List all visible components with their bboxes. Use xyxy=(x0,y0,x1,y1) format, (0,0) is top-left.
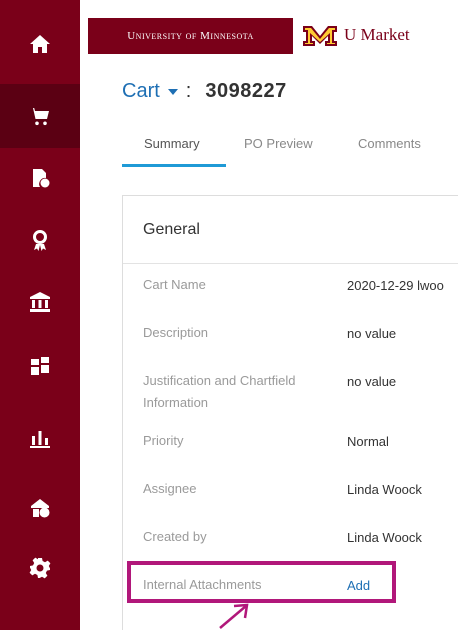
tab-po-preview[interactable]: PO Preview xyxy=(244,136,313,151)
sidebar-item-home[interactable] xyxy=(0,12,80,76)
sidebar-item-reports[interactable] xyxy=(0,406,80,470)
general-section-header: General xyxy=(123,196,458,264)
sidebar-item-orders[interactable] xyxy=(0,146,80,210)
priority-label: Priority xyxy=(143,433,184,448)
priority-value: Normal xyxy=(347,434,389,449)
app-name: U Market xyxy=(344,25,410,44)
sidebar-item-contracts[interactable] xyxy=(0,208,80,272)
bar-chart-icon xyxy=(30,431,50,448)
active-tab-indicator xyxy=(122,164,226,167)
sidebar-nav xyxy=(0,0,80,630)
assignee-value: Linda Woock xyxy=(347,482,422,497)
justification-value: no value xyxy=(347,374,397,389)
award-icon xyxy=(33,230,47,251)
university-name: University of Minnesota xyxy=(127,30,254,42)
cart-heading: Cart : 3098227 xyxy=(122,80,287,103)
cart-dropdown-link[interactable]: Cart xyxy=(122,80,160,103)
university-wordmark[interactable]: University of Minnesota xyxy=(88,18,293,54)
cart-tabs: Summary PO Preview Comments xyxy=(122,130,458,170)
general-section-title: General xyxy=(143,221,200,238)
highlight-callout-box xyxy=(127,561,396,603)
sidebar-item-administer[interactable] xyxy=(0,476,80,540)
cart-icon xyxy=(30,108,49,126)
justification-label: Justification and Chartfield Information xyxy=(143,373,296,410)
tab-comments[interactable]: Comments xyxy=(358,136,421,151)
sidebar-item-accounts[interactable] xyxy=(0,270,80,334)
sidebar-item-setup[interactable] xyxy=(0,536,80,600)
top-header: University of Minnesota U Market xyxy=(80,0,458,70)
institution-icon xyxy=(30,292,50,312)
admin-icon xyxy=(31,499,50,518)
caret-down-icon[interactable] xyxy=(167,88,178,95)
home-icon xyxy=(30,35,50,53)
block-m-logo-icon xyxy=(303,26,337,46)
sidebar-item-suppliers[interactable] xyxy=(0,334,80,398)
created-by-label: Created by xyxy=(143,529,207,544)
gear-icon xyxy=(29,557,51,579)
cart-number: 3098227 xyxy=(205,80,287,102)
suppliers-icon xyxy=(31,357,49,375)
cart-colon: : xyxy=(185,80,192,102)
created-by-value: Linda Woock xyxy=(347,530,422,545)
description-value: no value xyxy=(347,326,397,341)
sidebar-item-shop[interactable] xyxy=(0,84,80,148)
callout-arrow-icon xyxy=(219,603,249,629)
description-label: Description xyxy=(143,325,209,340)
tab-summary[interactable]: Summary xyxy=(144,136,200,151)
documents-icon xyxy=(33,169,50,188)
cart-name-label: Cart Name xyxy=(143,277,206,292)
cart-name-value: 2020-12-29 lwoo xyxy=(347,278,444,293)
assignee-label: Assignee xyxy=(143,481,197,496)
